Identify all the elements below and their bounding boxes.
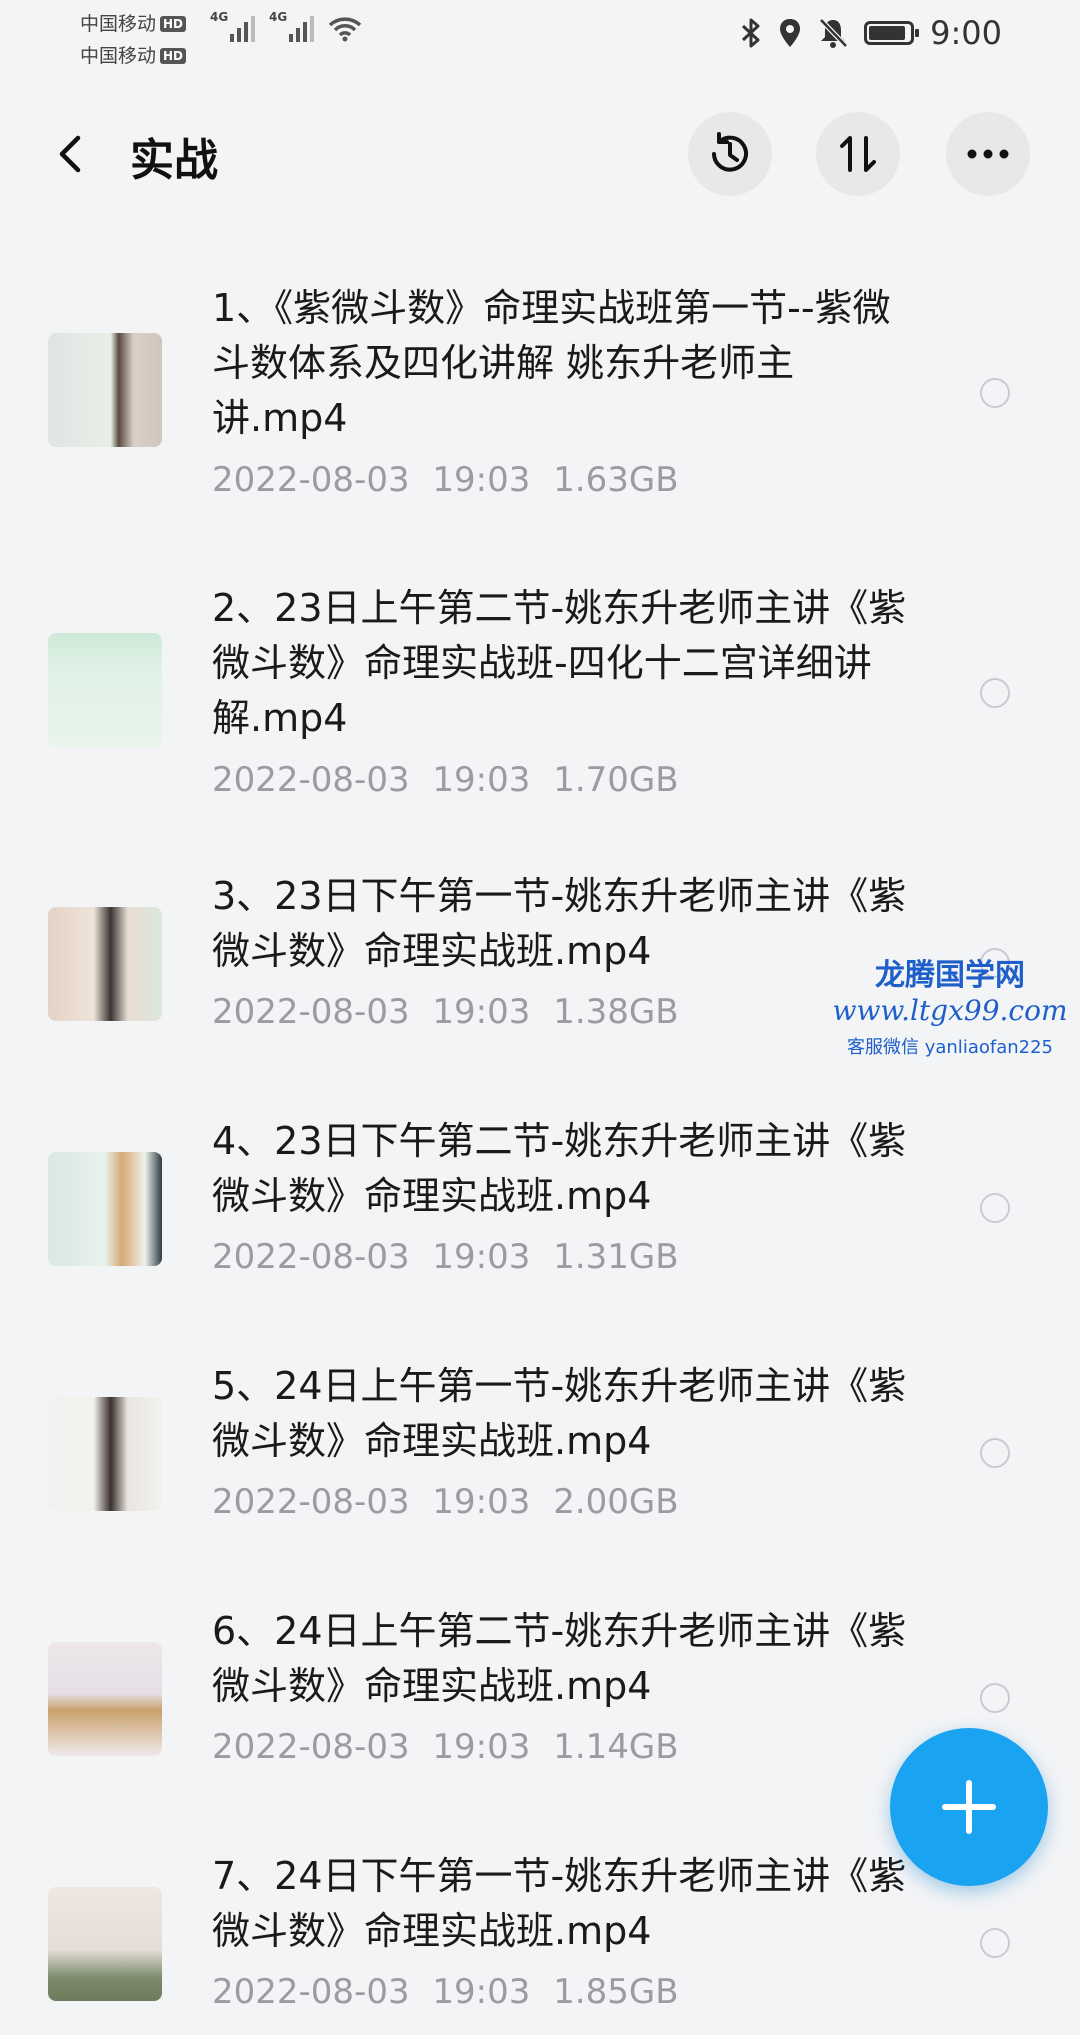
more-options-button[interactable] [946, 112, 1030, 196]
hd-badge-1: HD [160, 16, 187, 32]
history-button[interactable] [688, 112, 772, 196]
signal-strength-icon-1: 4G [210, 10, 255, 42]
select-radio-2[interactable] [980, 678, 1010, 708]
watermark-url: www.ltgx99.com [832, 994, 1068, 1027]
sort-icon [840, 136, 876, 172]
back-arrow-icon[interactable] [52, 134, 92, 174]
file-meta-3: 2022-08-03 19:03 1.38GB [212, 992, 679, 1032]
mute-icon [819, 18, 848, 48]
file-name-3: 3、23日下午第一节-姚东升老师主讲《紫微斗数》命理实战班.mp4 [212, 874, 907, 973]
page-title: 实战 [130, 135, 218, 186]
watermark-contact: 客服微信 yanliaofan225 [847, 1037, 1053, 1058]
network-type-label-2: 4G [269, 10, 288, 24]
watermark-site-name: 龙腾国学网 [875, 958, 1025, 993]
watermark: 龙腾国学网 www.ltgx99.com 客服微信 yanliaofan225 [820, 950, 1080, 1059]
carrier-info: 中国移动 HD 中国移动 HD [80, 8, 187, 72]
video-thumbnail-7 [48, 1887, 162, 2001]
select-radio-5[interactable] [980, 1438, 1010, 1468]
video-thumbnail-4 [48, 1152, 162, 1266]
file-name-7: 7、24日下午第一节-姚东升老师主讲《紫微斗数》命理实战班.mp4 [212, 1854, 907, 1953]
file-meta-6: 2022-08-03 19:03 1.14GB [212, 1727, 679, 1767]
video-thumbnail-2 [48, 633, 162, 747]
video-thumbnail-3 [48, 907, 162, 1021]
signal-indicators: 4G 4G [210, 10, 362, 42]
plus-icon [942, 1780, 996, 1834]
status-time: 9:00 [930, 14, 1002, 52]
select-radio-7[interactable] [980, 1928, 1010, 1958]
file-meta-5: 2022-08-03 19:03 2.00GB [212, 1482, 679, 1522]
status-bar: 中国移动 HD 中国移动 HD 4G 4G 9:00 [0, 0, 1080, 80]
file-meta-1: 2022-08-03 19:03 1.63GB [212, 460, 679, 500]
sort-button[interactable] [816, 112, 900, 196]
add-button[interactable] [890, 1728, 1048, 1886]
signal-strength-icon-2: 4G [269, 10, 314, 42]
network-type-label-1: 4G [210, 10, 229, 24]
file-name-6: 6、24日上午第二节-姚东升老师主讲《紫微斗数》命理实战班.mp4 [212, 1609, 907, 1708]
select-radio-1[interactable] [980, 378, 1010, 408]
file-name-4: 4、23日下午第二节-姚东升老师主讲《紫微斗数》命理实战班.mp4 [212, 1119, 907, 1218]
history-icon [712, 132, 748, 172]
battery-icon [864, 21, 920, 45]
video-thumbnail-6 [48, 1642, 162, 1756]
top-app-bar: 实战 [0, 100, 1080, 210]
select-radio-4[interactable] [980, 1193, 1010, 1223]
file-name-2: 2、23日上午第二节-姚东升老师主讲《紫微斗数》命理实战班-四化十二宫详细讲解.… [212, 586, 907, 740]
carrier-name-1: 中国移动 [80, 13, 157, 35]
file-name-5: 5、24日上午第一节-姚东升老师主讲《紫微斗数》命理实战班.mp4 [212, 1364, 907, 1463]
status-icons: 9:00 [740, 14, 1002, 52]
carrier-name-2: 中国移动 [80, 45, 157, 67]
more-icon [967, 149, 1009, 159]
file-meta-4: 2022-08-03 19:03 1.31GB [212, 1237, 679, 1277]
video-thumbnail-5 [48, 1397, 162, 1511]
hd-badge-2: HD [160, 48, 187, 64]
file-meta-7: 2022-08-03 19:03 1.85GB [212, 1972, 679, 2012]
file-name-1: 1、《紫微斗数》命理实战班第一节--紫微斗数体系及四化讲解 姚东升老师主讲.mp… [212, 286, 891, 440]
bluetooth-icon [742, 18, 760, 48]
select-radio-6[interactable] [980, 1683, 1010, 1713]
location-icon [780, 19, 801, 47]
video-thumbnail-1 [48, 333, 162, 447]
wifi-icon [328, 17, 362, 42]
file-meta-2: 2022-08-03 19:03 1.70GB [212, 760, 679, 800]
